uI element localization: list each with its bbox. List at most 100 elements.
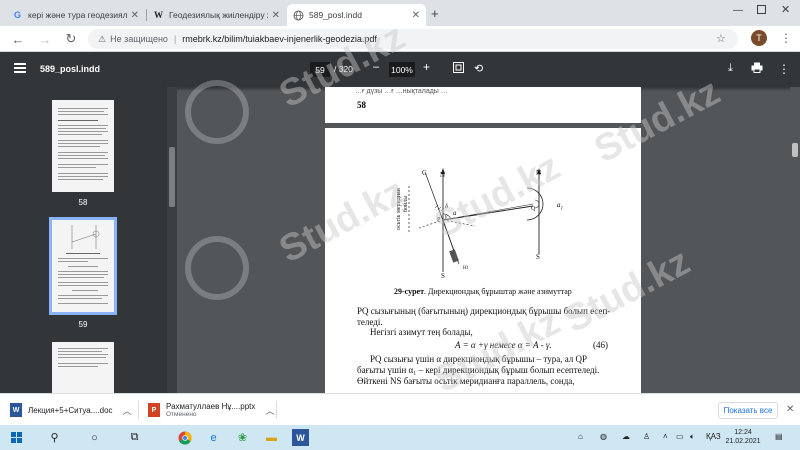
file-explorer-icon[interactable]: ▬ [263,429,280,446]
figure-label-n: N [536,169,542,177]
clock-date: 21.02.2021 [725,438,761,445]
word-icon[interactable]: W [292,429,309,446]
pdf-toolbar: 589_posl.indd 59 / 320 – 100% + ⟲ ⤓ ⋮ [0,52,800,87]
tab-title: кері және тура геодезиялық е [28,10,127,20]
globe-icon [293,10,304,21]
more-actions-icon[interactable]: ⋮ [778,62,790,76]
tray-icon[interactable]: ☁ [622,432,630,441]
task-view-icon[interactable]: ⧉ [126,429,143,446]
thumbnail-sidebar: 58 59 [0,87,177,393]
tray-icon[interactable]: ⌂ [578,432,583,441]
pdf-page-58: …ғ дүзы …ғ …нықталады … 58 [325,87,641,123]
page-text-fragment: …ғ дүзы …ғ …нықталады … [355,88,448,95]
sidebar-scrollbar[interactable] [167,87,177,393]
volume-icon[interactable]: 🔈︎ [690,432,695,442]
download-icon[interactable]: ⤓ [728,62,733,75]
thumbnail-label: 58 [78,198,88,207]
divider [138,401,139,419]
windows-start-icon[interactable] [8,429,25,446]
figure-label-s: S [536,253,540,261]
tab-3-active[interactable]: 589_posl.indd ✕ [287,4,426,26]
page-number: 58 [357,100,366,110]
formula: A = α +γ немесе α = A - γ. [455,340,552,350]
download-filename: Лекция+5+Ситуа....doc [28,405,113,415]
word-doc-icon: W [10,403,22,417]
forward-arrow-icon[interactable]: → [37,31,53,47]
thumbnail-label: 59 [78,320,88,329]
rotate-icon[interactable]: ⟲ [474,62,483,75]
chevron-up-icon[interactable]: ︿ [265,404,274,417]
battery-icon[interactable]: ▭ [676,432,684,441]
clock[interactable]: 12:24 21.02.2021 [722,428,764,446]
new-tab-button[interactable]: + [431,6,439,21]
chevron-up-icon[interactable]: ˄ [663,432,668,441]
sidebar-scrollbar-thumb[interactable] [169,147,175,207]
page-thumbnail-59[interactable] [49,217,117,315]
download-status: Отменено [166,411,197,418]
search-icon[interactable]: ⚲ [46,429,63,446]
close-icon[interactable]: ✕ [786,404,794,415]
pdf-filename: 589_posl.indd [40,64,101,74]
body-text: PQ сызығы үшін α дирекциондық бұрышы – т… [370,354,588,364]
chrome-icon[interactable] [176,429,193,446]
page-number-input[interactable]: 59 [310,62,330,77]
tab-1[interactable]: G кері және тура геодезиялық е ✕ [6,4,145,26]
people-icon[interactable]: ♙ [643,432,650,441]
document-scrollbar[interactable] [790,87,800,393]
notifications-icon[interactable]: ▤ [775,432,783,441]
watermark-logo [185,80,249,144]
zoom-in-button[interactable]: + [423,60,430,74]
download-item[interactable]: W Лекция+5+Ситуа....doc ︿ [10,399,132,421]
body-text: бағыты үшін α₁ – кері дирекциондық бұрыш… [357,365,600,375]
cortana-icon[interactable]: ○ [86,429,103,446]
address-bar[interactable]: ⚠ Не защищено | rmebrk.kz/bilim/tuiakbae… [88,29,738,49]
more-menu-icon[interactable]: ⋮ [780,31,792,45]
avatar[interactable]: T [751,30,767,46]
download-item[interactable]: P Рахматуллаев Нұ....pptx Отменено ︿ [148,399,274,421]
star-icon[interactable]: ☆ [716,32,726,45]
google-g-icon: G [13,10,21,20]
reload-icon[interactable]: ↻ [63,31,79,47]
figure-label-n: N [440,171,446,179]
windows-taskbar: ⚲ ○ ⧉ e ❀ ▬ W ⌂ ◍ ☁ ♙ ˄ ▭ 🔈︎ ҚАЗ 12:24 2… [0,425,800,450]
warning-icon[interactable]: ⚠ [98,34,106,45]
window-close-button[interactable]: ✕ [781,3,790,16]
print-icon[interactable] [751,62,763,76]
language-indicator[interactable]: ҚАЗ [706,432,721,441]
figure-label-yu: Ю [463,266,469,271]
back-arrow-icon[interactable]: ← [10,31,26,47]
close-icon[interactable]: ✕ [272,10,280,21]
menu-icon[interactable] [14,63,26,73]
close-icon[interactable]: ✕ [412,10,420,21]
powerpoint-icon: P [148,403,160,417]
chevron-up-icon[interactable]: ︿ [123,404,132,417]
edge-icon[interactable]: e [205,429,222,446]
page-thumbnail-58[interactable] [52,100,114,192]
divider: | [173,34,177,44]
app-icon[interactable]: ❀ [234,429,251,446]
page-total: / 320 [334,64,353,74]
minimize-button[interactable]: — [733,5,743,16]
close-icon[interactable]: ✕ [131,10,139,21]
divider [276,401,277,419]
figure-label-p: P [437,217,441,223]
tab-2[interactable]: W Геодезиялық жиілендіру жане ✕ [147,4,286,26]
body-text: Негізгі азимут тең болады, [370,327,473,337]
fit-page-icon[interactable] [453,62,464,76]
downloads-bar: W Лекция+5+Ситуа....doc ︿ P Рахматуллаев… [0,393,800,425]
maximize-button[interactable] [757,5,766,14]
watermark-logo [185,236,249,300]
body-text: Өйткені NS бағыты осьтік меридианға пара… [357,376,575,386]
equation-number: (46) [593,340,608,350]
download-filename: Рахматуллаев Нұ....pptx [166,402,256,411]
tray-icon[interactable]: ◍ [600,432,607,441]
document-scrollbar-thumb[interactable] [792,143,798,157]
figure-label-alpha: a [453,209,457,217]
tab-title: 589_posl.indd [309,10,362,20]
figure-label-gamma: γ [445,214,448,220]
url-text: rmebrk.kz/bilim/tuiakbaev-injenerlik-geo… [182,34,377,44]
zoom-out-button[interactable]: – [373,61,379,73]
show-all-button[interactable]: Показать все [718,402,778,419]
page-thumbnail-60[interactable] [52,342,114,393]
zoom-level-input[interactable]: 100% [389,62,415,77]
